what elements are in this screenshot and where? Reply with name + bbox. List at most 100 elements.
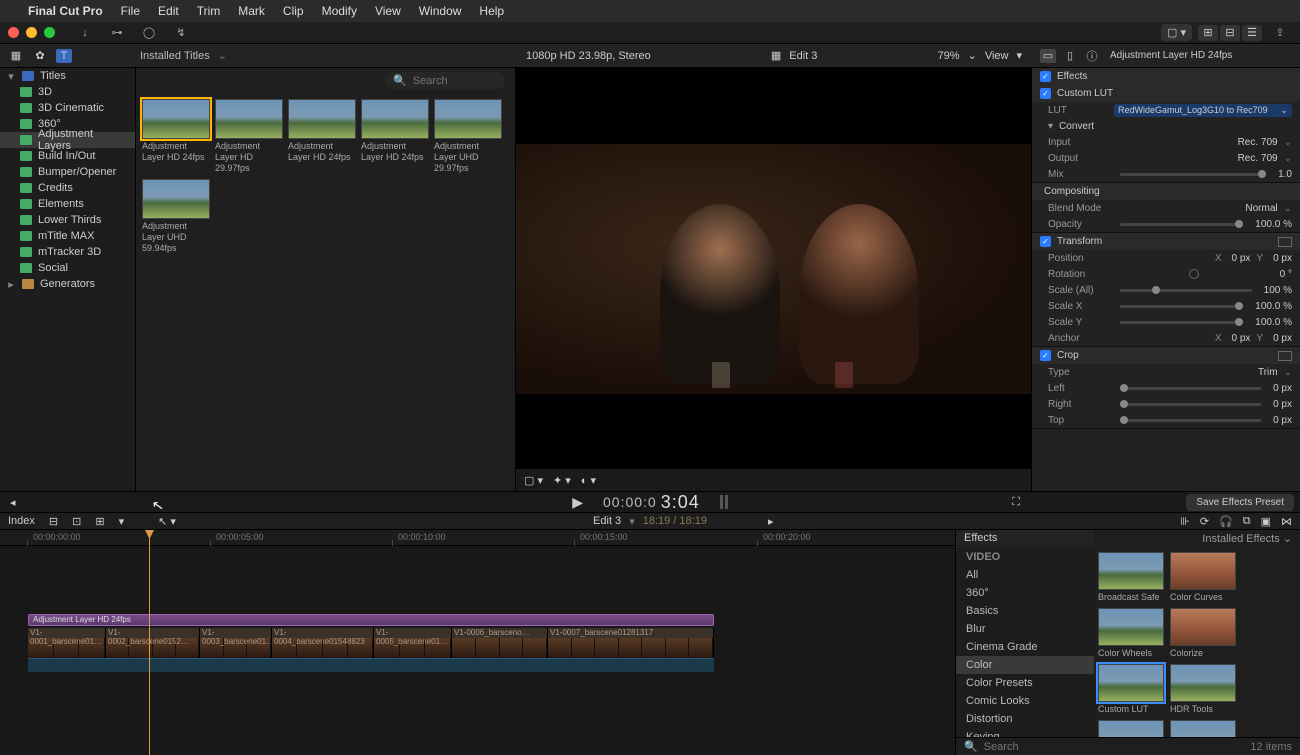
fx-search[interactable]: Search bbox=[984, 741, 1019, 753]
fx-effect[interactable]: Colorize bbox=[1170, 608, 1236, 658]
viewer-canvas[interactable] bbox=[516, 68, 1031, 469]
fx-category[interactable]: Distortion bbox=[956, 710, 1094, 728]
enhance-tool-icon[interactable]: ✦ ▾ bbox=[553, 474, 571, 487]
sidebar-item[interactable]: Adjustment Layers bbox=[0, 132, 135, 148]
index-button[interactable]: Index bbox=[8, 515, 35, 527]
transform-checkbox[interactable]: ✓ bbox=[1040, 236, 1051, 247]
minimize-icon[interactable] bbox=[26, 27, 37, 38]
rotation-dial[interactable] bbox=[1189, 269, 1199, 279]
chevron-down-icon[interactable]: ▾ bbox=[1016, 49, 1022, 62]
close-icon[interactable] bbox=[8, 27, 19, 38]
video-clip[interactable]: V1-0005_barscene01… bbox=[374, 628, 452, 658]
lut-dropdown[interactable]: RedWideGamut_Log3G10 to Rec709⌄ bbox=[1114, 104, 1292, 117]
inspector-toggle-icon[interactable]: ☰ bbox=[1242, 25, 1262, 41]
menu-mark[interactable]: Mark bbox=[238, 4, 265, 18]
fx-effect[interactable]: Broadcast Safe bbox=[1098, 552, 1164, 602]
library-icon[interactable]: ▦ bbox=[8, 49, 24, 63]
select-tool-icon[interactable]: ↖ ▾ bbox=[158, 515, 176, 528]
transform-tool-icon[interactable]: ▢ ▾ bbox=[524, 474, 543, 487]
adjustment-layer-clip[interactable]: Adjustment Layer HD 24fps bbox=[28, 614, 714, 626]
share-icon[interactable]: ⇪ bbox=[1268, 25, 1292, 41]
solo-icon[interactable]: 🎧 bbox=[1219, 515, 1233, 528]
opacity-value[interactable]: 100.0 % bbox=[1255, 219, 1292, 230]
zoom-value[interactable]: 79% bbox=[938, 50, 960, 62]
title-thumb[interactable]: Adjustment Layer HD 29.97fps bbox=[215, 99, 283, 174]
fx-effect[interactable]: Hue/Saturation bbox=[1170, 720, 1236, 737]
fx-category[interactable]: 360° bbox=[956, 584, 1094, 602]
menu-clip[interactable]: Clip bbox=[283, 4, 304, 18]
sidebar-root-titles[interactable]: ▾ Titles bbox=[0, 68, 135, 84]
video-clip[interactable]: V1-0004_barscene01548823 bbox=[272, 628, 374, 658]
customlut-checkbox[interactable]: ✓ bbox=[1040, 88, 1051, 99]
sidebar-item[interactable]: Bumper/Opener bbox=[0, 164, 135, 180]
info-inspector-icon[interactable]: ⓘ bbox=[1084, 49, 1100, 63]
enhance-icon[interactable]: ↯ bbox=[169, 25, 193, 41]
chevron-down-icon[interactable]: ⌄ bbox=[218, 49, 227, 62]
scaley-slider[interactable] bbox=[1120, 321, 1243, 324]
timeline[interactable]: 00:00:00:0000:00:05:0000:00:10:0000:00:1… bbox=[0, 530, 955, 755]
sidebar-item[interactable]: mTracker 3D bbox=[0, 244, 135, 260]
fx-installed-label[interactable]: Installed Effects ⌄ bbox=[1094, 530, 1300, 548]
transitions-icon[interactable]: ⋈ bbox=[1281, 515, 1292, 528]
fx-category[interactable]: Comic Looks bbox=[956, 692, 1094, 710]
title-thumb[interactable]: Adjustment Layer HD 24fps bbox=[288, 99, 356, 174]
crop-type[interactable]: Trim bbox=[1258, 367, 1278, 378]
fullscreen-icon[interactable] bbox=[44, 27, 55, 38]
rotation-value[interactable]: 0 ° bbox=[1280, 269, 1292, 280]
menu-help[interactable]: Help bbox=[479, 4, 504, 18]
menu-view[interactable]: View bbox=[375, 4, 401, 18]
scale-slider[interactable] bbox=[1120, 289, 1252, 292]
app-name[interactable]: Final Cut Pro bbox=[28, 4, 103, 18]
chevron-down-icon[interactable]: ⌄ bbox=[968, 49, 977, 62]
sidebar-item[interactable]: Elements bbox=[0, 196, 135, 212]
sidebar-item[interactable]: Social bbox=[0, 260, 135, 276]
browser-toggle-icon[interactable]: ⊞ bbox=[1198, 25, 1218, 41]
audio-track[interactable] bbox=[28, 658, 714, 672]
menu-file[interactable]: File bbox=[121, 4, 140, 18]
fx-category[interactable]: Blur bbox=[956, 620, 1094, 638]
audio-skim-icon[interactable]: ⟳ bbox=[1200, 515, 1209, 528]
keyword-icon[interactable]: ⊶ bbox=[105, 25, 129, 41]
fullscreen-icon[interactable]: ⛶ bbox=[1012, 496, 1020, 509]
video-inspector-icon[interactable]: ▭ bbox=[1040, 49, 1056, 63]
crop-right-slider[interactable] bbox=[1120, 403, 1261, 406]
clip-filmstrip-icon[interactable]: ▦ bbox=[771, 49, 781, 62]
title-thumb[interactable]: Adjustment Layer HD 24fps bbox=[142, 99, 210, 174]
fx-effect[interactable]: Color Curves bbox=[1170, 552, 1236, 602]
crop-checkbox[interactable]: ✓ bbox=[1040, 350, 1051, 361]
mix-value[interactable]: 1.0 bbox=[1278, 169, 1292, 180]
menu-modify[interactable]: Modify bbox=[322, 4, 357, 18]
pos-x[interactable]: 0 px bbox=[1232, 253, 1251, 264]
sidebar-item[interactable]: mTitle MAX bbox=[0, 228, 135, 244]
titles-icon[interactable]: T bbox=[56, 49, 72, 63]
video-clip[interactable]: V1-0003_barscene01… bbox=[200, 628, 272, 658]
video-clip[interactable]: V1-0007_barscene01281317 bbox=[548, 628, 714, 658]
menu-window[interactable]: Window bbox=[419, 4, 462, 18]
title-thumb[interactable]: Adjustment Layer HD 24fps bbox=[361, 99, 429, 174]
sidebar-root-generators[interactable]: ▸ Generators bbox=[0, 276, 135, 292]
workspace-menu[interactable]: ▢ ▾ bbox=[1161, 24, 1192, 41]
tl-project-name[interactable]: Edit 3 bbox=[593, 515, 621, 527]
crop-top-slider[interactable] bbox=[1120, 419, 1261, 422]
fx-effect[interactable]: Custom LUT bbox=[1098, 664, 1164, 714]
append-clip-icon[interactable]: ⊞ bbox=[95, 515, 104, 528]
import-icon[interactable]: ↓ bbox=[73, 25, 97, 41]
opacity-slider[interactable] bbox=[1120, 223, 1243, 226]
output-value[interactable]: Rec. 709 bbox=[1238, 153, 1278, 164]
view-menu[interactable]: View bbox=[985, 50, 1009, 62]
insert-clip-icon[interactable]: ⊡ bbox=[72, 515, 81, 528]
snapping-icon[interactable]: ⧉ bbox=[1243, 515, 1251, 528]
fx-category[interactable]: Keying bbox=[956, 728, 1094, 737]
fx-category[interactable]: All bbox=[956, 566, 1094, 584]
fx-effect[interactable]: Color Wheels bbox=[1098, 608, 1164, 658]
title-thumb[interactable]: Adjustment Layer UHD 59.94fps bbox=[142, 179, 210, 254]
skimming-icon[interactable]: ⊪ bbox=[1180, 515, 1190, 528]
scalex-slider[interactable] bbox=[1120, 305, 1243, 308]
video-clip[interactable]: V1-0006_barsceno… bbox=[452, 628, 548, 658]
blend-value[interactable]: Normal bbox=[1245, 203, 1277, 214]
fx-category[interactable]: Cinema Grade bbox=[956, 638, 1094, 656]
effects-checkbox[interactable]: ✓ bbox=[1040, 71, 1051, 82]
save-effects-preset-button[interactable]: Save Effects Preset bbox=[1186, 494, 1294, 511]
photos-icon[interactable]: ✿ bbox=[32, 49, 48, 63]
overwrite-clip-icon[interactable]: ▾ bbox=[119, 515, 125, 528]
